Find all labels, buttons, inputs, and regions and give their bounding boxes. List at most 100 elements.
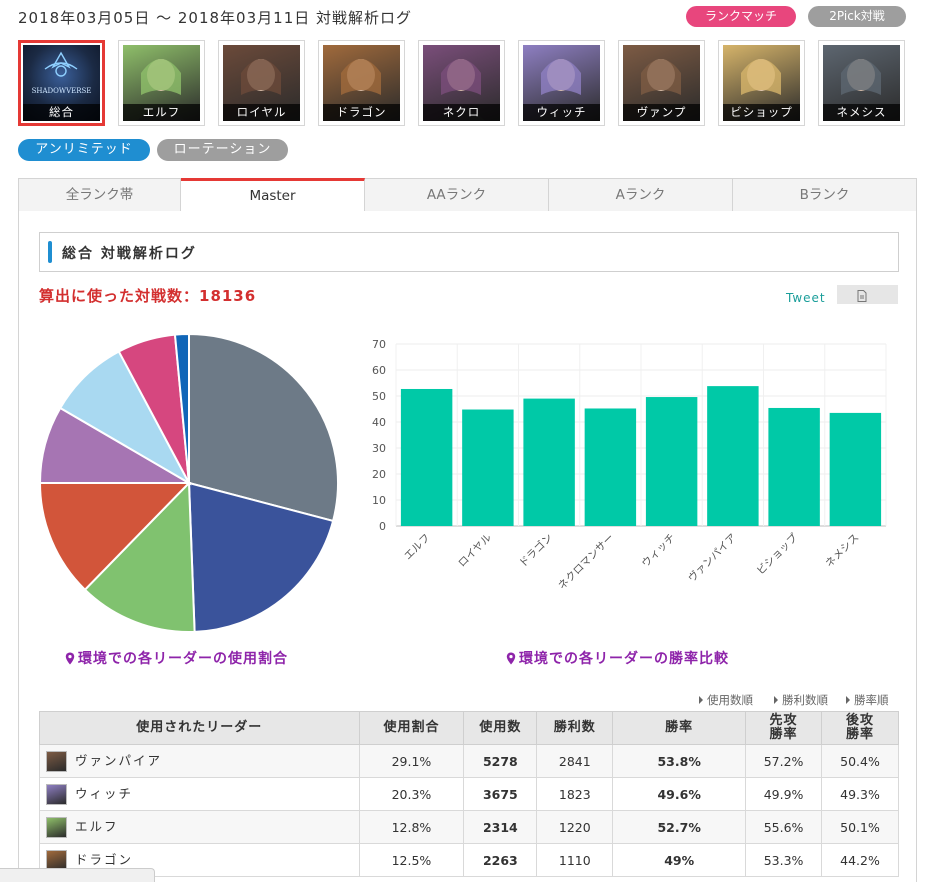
leader-tile-label: ビショップ xyxy=(723,104,800,121)
two-pick-button[interactable]: 2Pick対戦 xyxy=(808,6,906,27)
bar[interactable] xyxy=(707,386,759,526)
share-cell: 12.8% xyxy=(358,810,465,844)
col-winrate: 勝率 xyxy=(612,711,747,745)
first-rate-cell: 53.3% xyxy=(745,843,823,877)
table-row[interactable]: ヴァンパイア 29.1% 5278 2841 53.8% 57.2% 50.4% xyxy=(39,744,899,778)
uses-cell: 5278 xyxy=(463,744,538,778)
first-rate-cell: 49.9% xyxy=(745,777,823,811)
x-tick-label: ネクロマンサー xyxy=(556,532,616,592)
witch-portrait-icon: ウィッチ xyxy=(523,45,600,121)
map-pin-icon xyxy=(65,652,75,665)
second-rate-cell: 44.2% xyxy=(821,843,899,877)
table-row[interactable]: エルフ 12.8% 2314 1220 52.7% 55.6% 50.1% xyxy=(39,810,899,844)
col-share: 使用割合 xyxy=(358,711,465,745)
page-title: 2018年03月05日 ～ 2018年03月11日 対戦解析ログ xyxy=(18,9,413,27)
second-rate-cell: 50.1% xyxy=(821,810,899,844)
share-cell: 12.5% xyxy=(358,843,465,877)
tweet-link[interactable]: Tweet xyxy=(786,291,826,305)
x-tick-label: ウィッチ xyxy=(640,532,678,570)
y-tick-label: 40 xyxy=(372,416,386,429)
map-pin-icon xyxy=(506,652,516,665)
x-tick-label: ビショップ xyxy=(755,531,801,577)
leader-name-cell: ヴァンパイア xyxy=(39,744,360,778)
bar[interactable] xyxy=(523,398,575,526)
leader-name-cell: エルフ xyxy=(39,810,360,844)
sort-by-uses-link[interactable]: 使用数順 xyxy=(699,692,753,708)
share-cell: 29.1% xyxy=(358,744,465,778)
leader-selector: SHADOWVERSE 総合 エルフ ロイヤル ドラゴン ネクロ ウィッチ ヴァンプ ビショップ… xyxy=(18,40,908,128)
bar[interactable] xyxy=(645,397,698,526)
royal-portrait-icon: ロイヤル xyxy=(223,45,300,121)
bar[interactable] xyxy=(768,407,820,526)
sort-by-wins-link[interactable]: 勝利数順 xyxy=(774,692,828,708)
leader-name: ヴァンパイア xyxy=(75,753,163,768)
table-header-row: 使用されたリーダー 使用割合 使用数 勝利数 勝率 先攻勝率 後攻勝率 xyxy=(39,711,899,745)
y-tick-label: 60 xyxy=(372,364,386,377)
x-tick-label: ヴァンパイア xyxy=(685,531,739,585)
leader-tile[interactable]: ビショップ xyxy=(718,40,805,126)
necro-portrait-icon: ネクロ xyxy=(423,45,500,121)
x-tick-label: エルフ xyxy=(402,532,433,563)
leader-tile[interactable]: ウィッチ xyxy=(518,40,605,126)
rotation-format-button[interactable]: ローテーション xyxy=(157,139,288,161)
uses-cell: 2263 xyxy=(463,843,538,877)
top-bar: 2018年03月05日 ～ 2018年03月11日 対戦解析ログ ランクマッチ … xyxy=(0,0,933,34)
leader-tile-label: ロイヤル xyxy=(223,104,300,121)
unlimited-format-button[interactable]: アンリミテッド xyxy=(18,139,150,161)
rank-match-button[interactable]: ランクマッチ xyxy=(686,6,796,27)
leader-tile[interactable]: SHADOWVERSE 総合 xyxy=(18,40,105,126)
share-cell: 20.3% xyxy=(358,777,465,811)
first-rate-cell: 55.6% xyxy=(745,810,823,844)
svg-text:SHADOWVERSE: SHADOWVERSE xyxy=(32,87,92,95)
wins-cell: 1220 xyxy=(536,810,614,844)
leader-tile[interactable]: ネメシス xyxy=(818,40,905,126)
leader-tile-label: ネメシス xyxy=(823,104,900,121)
match-count: 算出に使った対戦数：18136 xyxy=(39,287,257,305)
leader-tile[interactable]: ロイヤル xyxy=(218,40,305,126)
leader-stats-table: 使用されたリーダー 使用割合 使用数 勝利数 勝率 先攻勝率 後攻勝率 ヴァンパ… xyxy=(39,711,899,877)
bar[interactable] xyxy=(829,412,882,526)
leader-tile-label: ドラゴン xyxy=(323,104,400,121)
col-wins: 勝利数 xyxy=(536,711,614,745)
tab-a-rank[interactable]: Aランク xyxy=(549,179,733,212)
table-row[interactable]: ウィッチ 20.3% 3675 1823 49.6% 49.9% 49.3% xyxy=(39,777,899,811)
y-tick-label: 10 xyxy=(372,494,386,507)
pie-caption-text: 環境での各リーダーの使用割合 xyxy=(78,651,288,667)
nemesis-portrait-icon: ネメシス xyxy=(823,45,900,121)
sort-links: 使用数順 勝利数順 勝率順 xyxy=(0,692,898,708)
elf-portrait-icon: エルフ xyxy=(123,45,200,121)
col-first-rate: 先攻勝率 xyxy=(745,711,823,745)
leader-tile[interactable]: ネクロ xyxy=(418,40,505,126)
col-second-rate: 後攻勝率 xyxy=(821,711,899,745)
second-rate-cell: 50.4% xyxy=(821,744,899,778)
table-row[interactable]: ドラゴン 12.5% 2263 1110 49% 53.3% 44.2% xyxy=(39,843,899,877)
leader-tile[interactable]: ドラゴン xyxy=(318,40,405,126)
dragon-portrait-icon: ドラゴン xyxy=(323,45,400,121)
leader-tile-label: エルフ xyxy=(123,104,200,121)
tab-b-rank[interactable]: Bランク xyxy=(733,179,916,212)
bar[interactable] xyxy=(400,388,453,526)
tab-master[interactable]: Master xyxy=(181,178,365,212)
sort-by-rate-link[interactable]: 勝率順 xyxy=(846,692,889,708)
y-tick-label: 30 xyxy=(372,442,386,455)
tab-all-ranks[interactable]: 全ランク帯 xyxy=(19,179,181,212)
winrate-cell: 53.8% xyxy=(612,744,747,778)
winrate-cell: 49% xyxy=(612,843,747,877)
bar[interactable] xyxy=(462,409,514,526)
leader-tile[interactable]: エルフ xyxy=(118,40,205,126)
bar[interactable] xyxy=(584,408,637,526)
save-button[interactable] xyxy=(837,285,898,304)
y-tick-label: 50 xyxy=(372,390,386,403)
x-tick-label: ネメシス xyxy=(823,532,861,570)
leader-tile[interactable]: ヴァンプ xyxy=(618,40,705,126)
wins-cell: 1823 xyxy=(536,777,614,811)
bar-caption-text: 環境での各リーダーの勝率比較 xyxy=(519,651,729,667)
leader-name: ドラゴン xyxy=(75,852,134,867)
leader-avatar-icon xyxy=(46,784,67,805)
tab-aa-rank[interactable]: AAランク xyxy=(365,179,549,212)
winrate-bar-chart: 0 10 20 30 40 50 60 70 エルフ ロイヤル ドラゴン ネクロマンサー ウィッチ ヴァン… xyxy=(360,334,900,634)
leader-tile-label: ウィッチ xyxy=(523,104,600,121)
leader-avatar-icon xyxy=(46,817,67,838)
leader-tile-label: ヴァンプ xyxy=(623,104,700,121)
leader-name: エルフ xyxy=(75,819,119,834)
